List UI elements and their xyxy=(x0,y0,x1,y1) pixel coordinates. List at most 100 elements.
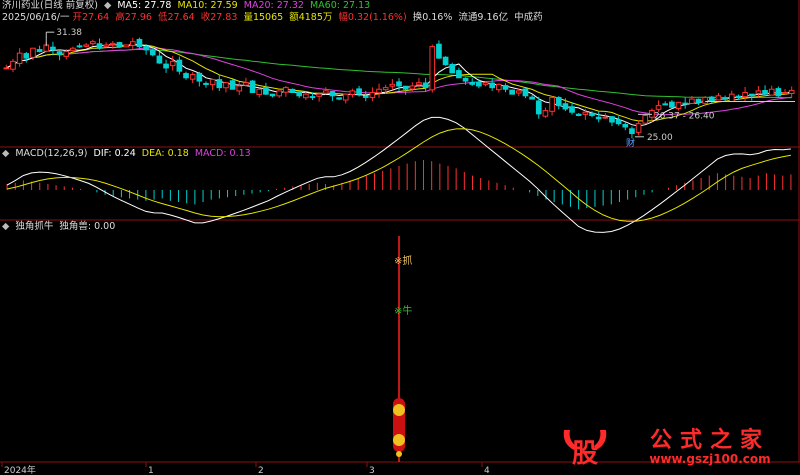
candle-body xyxy=(322,90,329,94)
quote-close: 收27.83 xyxy=(200,12,238,23)
smiley-icon xyxy=(393,404,405,416)
ma60-value: MA60: 27.13 xyxy=(309,0,371,11)
candle-body xyxy=(396,81,402,87)
candle-body xyxy=(436,43,442,59)
candle-body xyxy=(629,128,635,135)
quote-turnover: 换0.16% xyxy=(412,12,453,23)
x-tick-label: 2 xyxy=(258,466,264,475)
candle-body xyxy=(256,88,263,96)
candle-body xyxy=(336,97,342,100)
candle-body xyxy=(216,79,223,89)
candle-body xyxy=(642,114,649,124)
candle-body xyxy=(768,88,775,96)
candle-body xyxy=(136,38,143,48)
candle-body xyxy=(236,85,243,92)
candle-body xyxy=(263,87,269,95)
candle-body xyxy=(90,41,96,45)
candle-body xyxy=(362,95,369,98)
candle-body xyxy=(169,60,176,67)
candle-body xyxy=(329,91,336,97)
x-tick-label: 2024年 xyxy=(4,464,36,475)
candle-body xyxy=(123,44,129,48)
candle-body xyxy=(316,93,322,97)
candle-body xyxy=(183,73,189,79)
bull-horn-icon: 股 xyxy=(563,430,607,469)
candle-body xyxy=(389,83,396,87)
stock-name: 济川药业(日线 前复权) xyxy=(2,0,98,11)
candle-body xyxy=(103,44,109,47)
candle-body xyxy=(742,92,748,98)
candles-group xyxy=(3,37,795,139)
candle-body xyxy=(728,93,735,103)
candle-body xyxy=(96,43,103,49)
candle-body xyxy=(83,44,90,47)
candle-body xyxy=(296,91,302,97)
candle-body xyxy=(562,103,569,110)
candle-body xyxy=(609,116,615,123)
candle-body xyxy=(529,96,535,100)
candle-body xyxy=(209,78,216,86)
candle-body xyxy=(456,70,462,79)
candle-body xyxy=(662,103,669,106)
candle-body xyxy=(515,90,522,94)
price-header: 济川药业(日线 前复权) ◆ MA5: 27.78 MA10: 27.59 MA… xyxy=(2,0,373,12)
candle-body xyxy=(156,55,163,64)
candle-body xyxy=(70,47,76,52)
candle-body xyxy=(589,112,595,116)
quote-high: 高27.96 xyxy=(115,12,152,23)
quote-line: 2025/06/16/一 开27.64 高27.96 低27.64 收27.83… xyxy=(2,12,546,24)
candle-body xyxy=(129,41,136,46)
candle-body xyxy=(675,101,682,110)
candle-body xyxy=(16,52,23,64)
quote-amount: 额4185万 xyxy=(289,12,333,23)
candle-body xyxy=(482,82,489,85)
candle-body xyxy=(409,85,416,90)
candle-body xyxy=(782,92,788,95)
candle-body xyxy=(635,123,642,133)
macd-dea: DEA: 0.18 xyxy=(141,148,189,159)
signal-niu-label: ※牛 xyxy=(394,304,412,317)
candle-body xyxy=(702,96,708,104)
candle-body xyxy=(76,45,83,48)
candle-body xyxy=(755,90,762,94)
candle-body xyxy=(269,93,276,97)
candle-body xyxy=(615,119,622,125)
cai-label: 财 xyxy=(626,137,635,149)
ma10-value: MA10: 27.59 xyxy=(177,0,238,11)
candle-body xyxy=(496,83,502,91)
candle-body xyxy=(302,93,309,99)
candle-body xyxy=(509,89,515,95)
candle-body xyxy=(143,46,149,51)
candle-body xyxy=(715,95,722,101)
candle-body xyxy=(422,82,429,89)
chart-canvas[interactable]: 31.38 25.00 财 26.37 - 26.40 ※抓 ※牛 2024年 1 2 3 4 xyxy=(0,0,800,475)
candle-body xyxy=(569,106,575,113)
macd-value: MACD: 0.13 xyxy=(194,148,251,159)
candle-body xyxy=(748,93,755,97)
candle-body xyxy=(689,98,695,104)
quote-float-cap: 流通9.16亿 xyxy=(458,12,509,23)
candle-body xyxy=(149,49,156,56)
macd-header: ◆ MACD(12,26,9) DIF: 0.24 DEA: 0.18 MACD… xyxy=(2,148,254,160)
indicator-header: ◆ 独角抓牛 独角兽: 0.00 xyxy=(2,221,118,233)
quote-low: 低27.64 xyxy=(157,12,195,23)
macd-title: MACD(12,26,9) xyxy=(15,148,88,159)
candle-body xyxy=(442,56,449,66)
candle-body xyxy=(189,73,196,80)
candle-body xyxy=(283,87,289,93)
candle-body xyxy=(708,96,715,102)
candle-body xyxy=(429,46,436,91)
range-label: 26.37 - 26.40 xyxy=(654,111,715,121)
candle-body xyxy=(249,80,256,94)
candle-body xyxy=(502,85,509,90)
candle-body xyxy=(382,87,389,91)
candle-body xyxy=(309,96,316,99)
candle-body xyxy=(10,60,16,70)
macd-marker: ◆ xyxy=(2,148,10,159)
candle-body xyxy=(682,102,689,105)
candle-body xyxy=(762,90,768,95)
candle-body xyxy=(243,82,249,86)
ma20-value: MA20: 27.32 xyxy=(243,0,304,11)
candle-body xyxy=(469,81,476,85)
watermark-logo-char: 股 xyxy=(572,439,598,468)
